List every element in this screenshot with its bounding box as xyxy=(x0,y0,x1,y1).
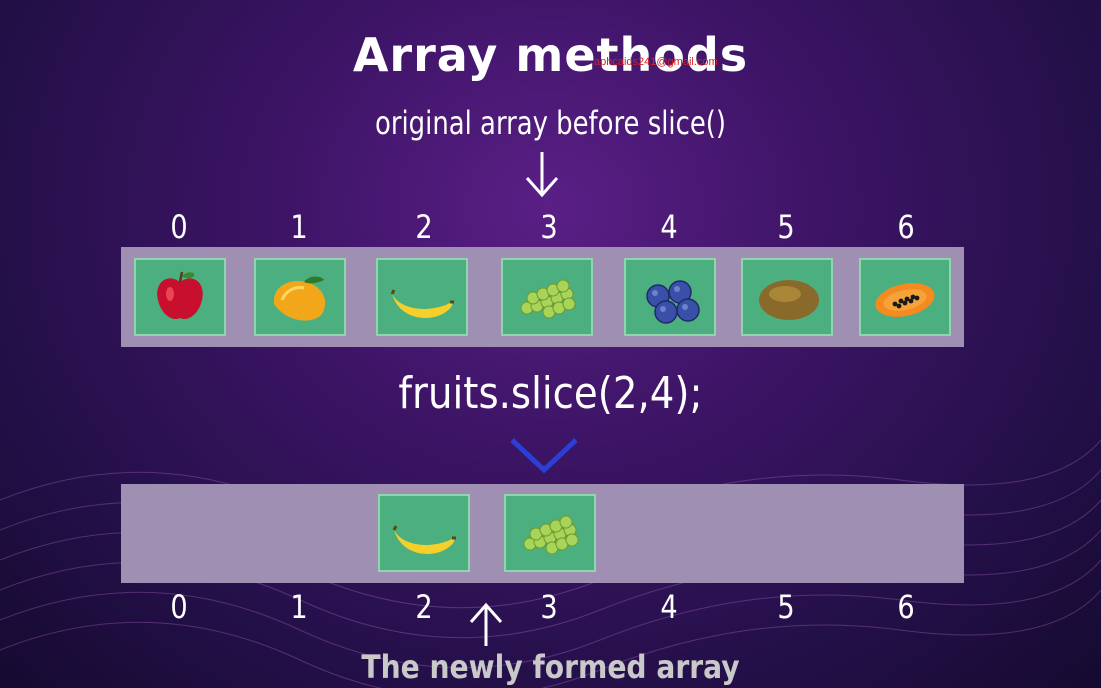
index-label: 2 xyxy=(415,588,433,626)
array-cell-grapes xyxy=(504,494,596,572)
index-label: 3 xyxy=(540,208,558,246)
index-label: 4 xyxy=(660,208,678,246)
arrow-up-icon xyxy=(469,602,503,646)
blueberries-icon xyxy=(646,280,700,324)
mango-icon xyxy=(273,276,326,321)
index-label: 6 xyxy=(897,208,915,246)
index-label: 1 xyxy=(290,588,308,626)
papaya-icon xyxy=(875,283,935,317)
kiwi-icon xyxy=(759,280,819,320)
arrow-down-icon xyxy=(525,152,559,198)
grapes-icon xyxy=(520,279,576,319)
banana-icon xyxy=(392,525,456,554)
array-cell-banana xyxy=(376,258,468,336)
array-cell-kiwi xyxy=(741,258,833,336)
array-cell-mango xyxy=(254,258,346,336)
index-label: 0 xyxy=(170,208,188,246)
array-cell-grapes xyxy=(501,258,593,336)
index-row-top: 0 1 2 3 4 5 6 xyxy=(0,208,1101,248)
banana-icon xyxy=(390,289,454,318)
index-label: 2 xyxy=(415,208,433,246)
grapes-icon xyxy=(523,515,579,555)
apple-icon xyxy=(157,271,203,320)
watermark-email: aphcaids241@gmail.com xyxy=(594,56,718,68)
array-cell-apple xyxy=(134,258,226,336)
index-label: 5 xyxy=(777,208,795,246)
index-label: 3 xyxy=(540,588,558,626)
caption: The newly formed array xyxy=(361,648,740,686)
index-label: 0 xyxy=(170,588,188,626)
index-row-bottom: 0 1 2 3 4 5 6 xyxy=(0,588,1101,628)
chevron-down-icon xyxy=(510,438,578,474)
subtitle: original array before slice() xyxy=(374,104,727,142)
page-title: Array methods xyxy=(352,28,749,82)
array-cell-blueberries xyxy=(624,258,716,336)
array-cell-banana xyxy=(378,494,470,572)
index-label: 5 xyxy=(777,588,795,626)
sliced-array-bar xyxy=(121,484,964,583)
index-label: 4 xyxy=(660,588,678,626)
index-label: 1 xyxy=(290,208,308,246)
original-array-bar xyxy=(121,247,964,347)
code-expression: fruits.slice(2,4); xyxy=(398,368,703,419)
index-label: 6 xyxy=(897,588,915,626)
array-cell-papaya xyxy=(859,258,951,336)
